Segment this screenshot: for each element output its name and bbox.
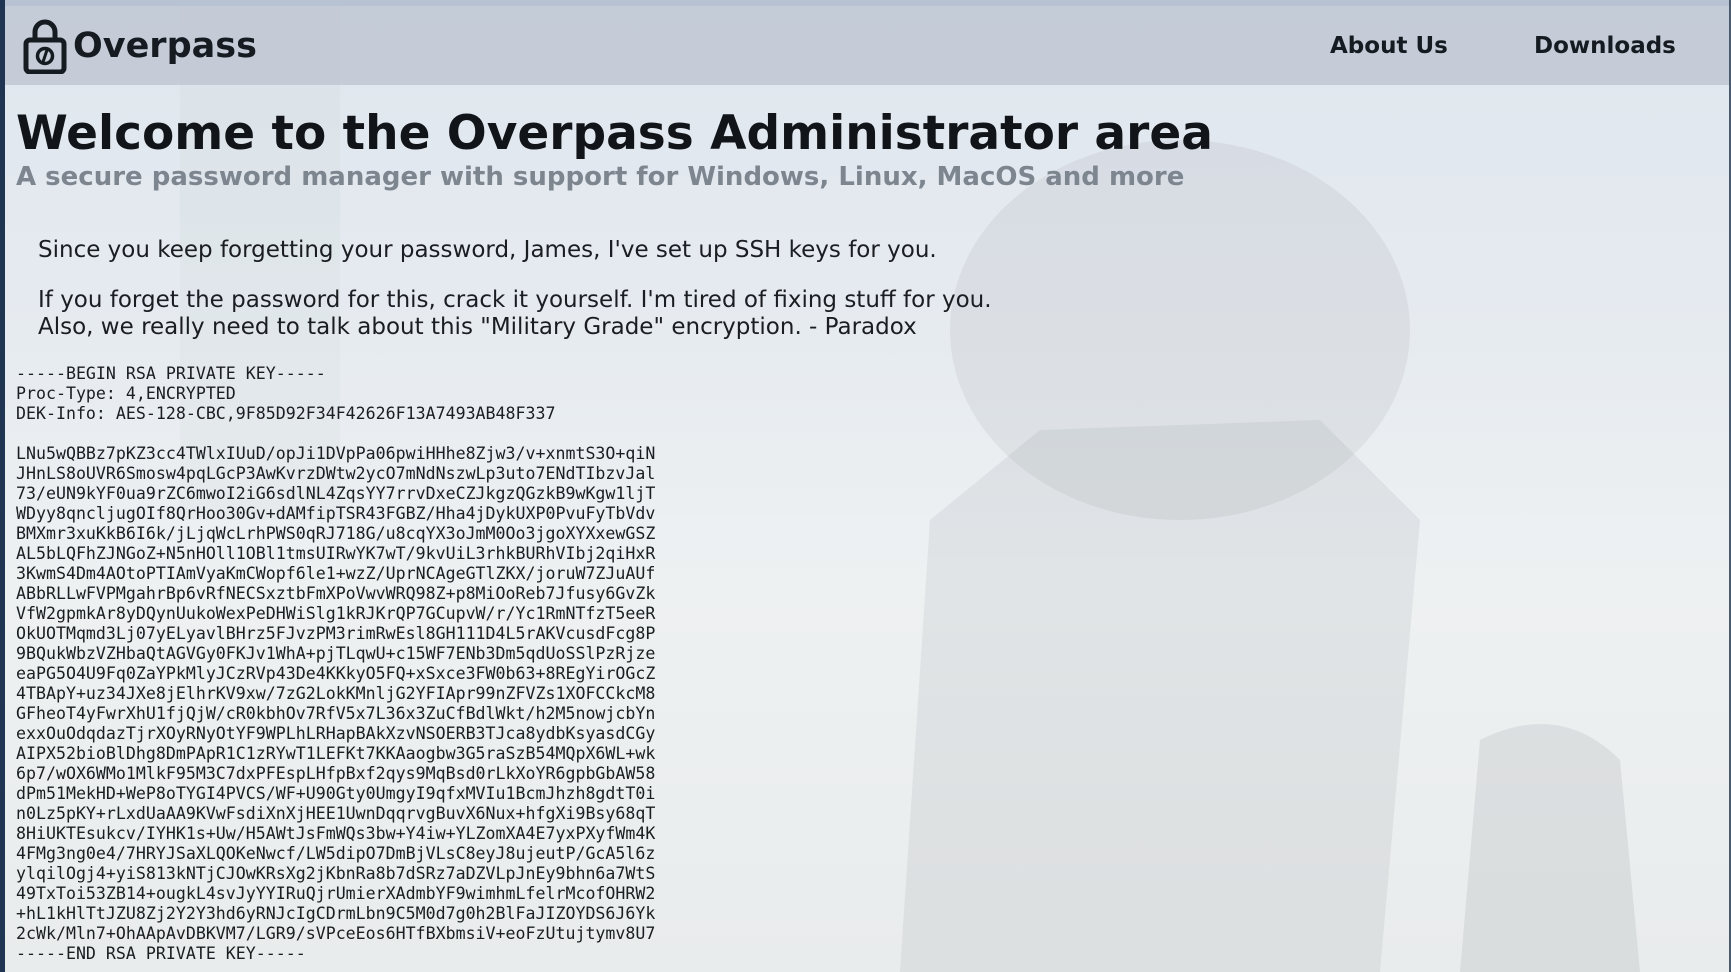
- message-line-2: If you forget the password for this, cra…: [38, 287, 992, 313]
- page-subtitle: A secure password manager with support f…: [16, 162, 1185, 192]
- nav-link-downloads[interactable]: Downloads: [1534, 33, 1676, 59]
- brand[interactable]: Overpass: [23, 18, 257, 74]
- padlock-logo-icon: [23, 19, 67, 74]
- nav-link-about-us[interactable]: About Us: [1330, 33, 1448, 59]
- message-line-3: Also, we really need to talk about this …: [38, 314, 917, 340]
- message-line-1: Since you keep forgetting your password,…: [38, 237, 937, 263]
- top-navbar: Overpass About Us Downloads: [5, 6, 1729, 85]
- window-left-border: [0, 0, 5, 972]
- brand-name: Overpass: [73, 26, 257, 66]
- page-title: Welcome to the Overpass Administrator ar…: [16, 106, 1213, 161]
- rsa-private-key-block[interactable]: -----BEGIN RSA PRIVATE KEY----- Proc-Typ…: [16, 364, 655, 964]
